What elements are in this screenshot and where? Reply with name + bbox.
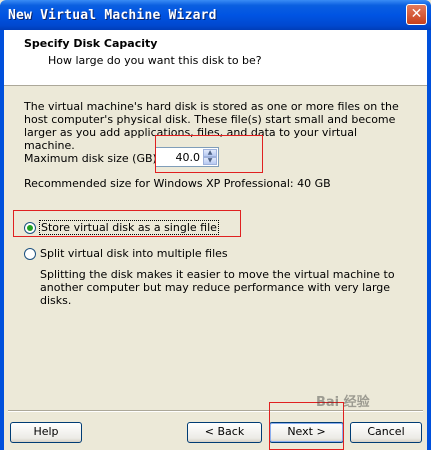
back-button[interactable]: < Back xyxy=(187,422,262,443)
watermark: Bai 经验 xyxy=(316,395,370,410)
window-border-left xyxy=(0,30,4,450)
window-border-right xyxy=(427,30,431,450)
page-title: Specify Disk Capacity xyxy=(24,37,158,50)
annotation-box-disk-size xyxy=(155,135,263,173)
split-files-option[interactable]: Split virtual disk into multiple files xyxy=(24,247,228,260)
cancel-button[interactable]: Cancel xyxy=(350,422,422,443)
annotation-box-single-file xyxy=(13,210,241,237)
wizard-header: Specify Disk Capacity How large do you w… xyxy=(4,30,427,86)
title-bar: New Virtual Machine Wizard ✕ xyxy=(0,0,431,30)
help-button[interactable]: Help xyxy=(10,422,82,443)
max-disk-size-label: Maximum disk size (GB): xyxy=(24,152,161,165)
split-description: Splitting the disk makes it easier to mo… xyxy=(40,268,395,307)
split-files-label[interactable]: Split virtual disk into multiple files xyxy=(40,247,228,260)
button-divider xyxy=(8,410,423,412)
window-title: New Virtual Machine Wizard xyxy=(8,8,217,23)
split-files-radio[interactable] xyxy=(24,247,36,260)
close-button[interactable]: ✕ xyxy=(406,4,427,25)
page-subtitle: How large do you want this disk to be? xyxy=(48,54,262,67)
recommended-size-text: Recommended size for Windows XP Professi… xyxy=(24,177,331,190)
close-icon: ✕ xyxy=(410,6,423,22)
